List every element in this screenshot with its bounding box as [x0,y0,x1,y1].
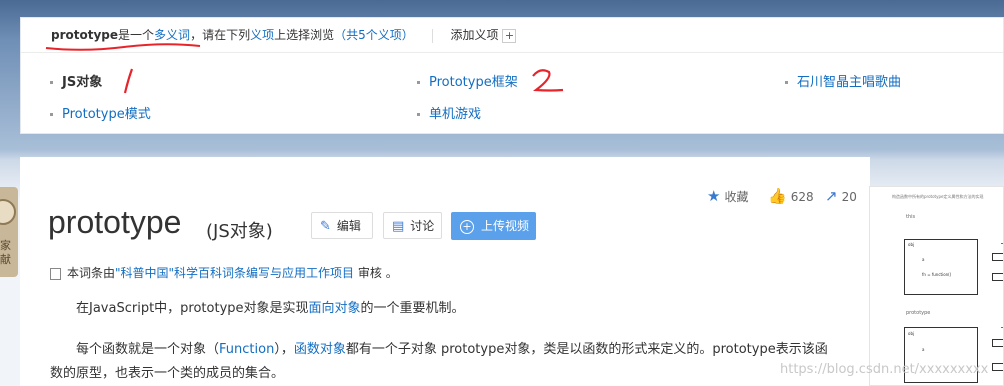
polysemy-is-a: 是一个 [118,28,155,42]
sense-label: 石川智晶主唱歌曲 [797,75,902,90]
pencil-icon: ✎ [320,219,331,234]
favorite-button[interactable]: ★ 收藏 [707,187,748,205]
side-tab-text: 家 献 [0,239,11,266]
upload-label: 上传视频 [481,219,530,233]
sense-item-prototype-framework[interactable]: Prototype框架 [417,71,518,90]
book-icon [50,267,61,280]
thumb-box-right-2 [992,273,1003,281]
p1-text: 在JavaScript中，prototype对象是实现 [76,301,309,316]
polysemy-instruction-post: 上选择浏览 [274,28,335,42]
function-link[interactable]: Function [219,342,274,357]
thumb-label-fn: fn = function() [922,272,952,277]
thumb-box-right-3 [992,339,1003,347]
polysemy-bar: prototype是一个多义词，请在下列义项上选择浏览（共5个义项） 添加义项 + [21,18,1003,53]
page-title: prototype [48,204,182,240]
sense-item-game[interactable]: 单机游戏 [417,103,481,122]
bullet-icon [785,81,788,84]
review-post: 审核 。 [354,266,398,280]
polysemous-link[interactable]: 多义词 [154,28,190,42]
thumb-label-this: this [906,214,916,220]
sense-label: JS对象 [62,75,103,90]
review-notice: 本词条由"科普中国"科学百科词条编写与应用工作项目 审核 。 [50,264,398,281]
sense-count-link[interactable]: 共5个义项 [346,28,402,42]
sense-link[interactable]: 义项 [250,28,274,42]
star-icon: ★ [707,187,721,205]
thumb-label-obj2: obj [908,331,915,336]
p2-text: 每个函数就是一个对象（ [76,342,220,357]
sense-item-song[interactable]: 石川智晶主唱歌曲 [785,71,901,90]
article-thumbnail[interactable]: 构造函数中所有的prototype定义属性和方法的实现 this obj a f… [869,186,1004,386]
watermark: https://blog.csdn.net/xxxxxxxxx [780,362,989,377]
share-icon: ↗ [825,187,838,205]
upload-video-button[interactable]: + 上传视频 [451,212,536,240]
chat-icon: ▤ [392,219,405,234]
polysemy-instruction-pre: ，请在下列 [190,28,251,42]
thumb-label-a: a [922,257,925,262]
edit-label: 编辑 [336,219,361,233]
badge-icon [0,199,16,225]
like-count: 628 [790,190,814,204]
thumb-box-obj [904,239,978,295]
plus-icon[interactable]: + [502,28,517,43]
discuss-button[interactable]: ▤ 讨论 [383,212,442,239]
edit-button[interactable]: ✎ 编辑 [311,212,373,239]
plus-circle-icon: + [460,220,474,234]
bullet-icon [50,113,53,116]
review-project-link[interactable]: "科普中国"科学百科词条编写与应用工作项目 [115,266,354,280]
thumb-label-obj: obj [908,242,915,247]
bullet-icon [50,81,53,84]
paragraph-1: 在JavaScript中，prototype对象是实现面向对象的一个重要机制。 [50,297,830,321]
discuss-label: 讨论 [410,219,435,233]
sense-item-prototype-pattern[interactable]: Prototype模式 [50,103,151,122]
sense-count-close: ） [401,28,414,42]
share-button[interactable]: ↗ 20 [825,187,857,205]
paragraph-2: 每个函数就是一个对象（Function），函数对象都有一个子对象 prototy… [50,338,830,386]
add-sense-link[interactable]: 添加义项 [450,28,498,42]
review-pre: 本词条由 [67,266,116,280]
p1-text-end: 的一个重要机制。 [360,301,465,316]
p2-text-mid: ）， [274,342,294,357]
favorite-label: 收藏 [724,190,749,204]
bullet-icon [417,81,420,84]
sense-label: 单机游戏 [429,107,482,122]
bullet-icon [417,113,420,116]
page-subtitle: (JS对象) [206,221,273,242]
polysemy-term: prototype [51,28,119,42]
thumb-box-right-1 [992,253,1003,261]
like-button[interactable]: 👍 628 [768,187,814,205]
sense-item-js-object[interactable]: JS对象 [50,71,102,90]
divider [431,28,433,43]
side-contribution-tab[interactable]: 家 献 [0,187,18,277]
thumbs-up-icon: 👍 [768,187,787,205]
sense-count-open: （ [334,28,347,42]
thumb-label-a2: a [922,347,925,352]
oop-link[interactable]: 面向对象 [309,301,361,316]
sense-label: Prototype模式 [62,107,151,122]
share-count: 20 [841,190,857,204]
function-object-link[interactable]: 函数对象 [294,342,346,357]
thumbnail-caption: 构造函数中所有的prototype定义属性和方法的实现 [892,194,984,199]
thumb-box-right-4 [992,363,1003,371]
thumb-label-prototype: prototype [906,310,931,316]
sense-label: Prototype框架 [429,75,518,90]
